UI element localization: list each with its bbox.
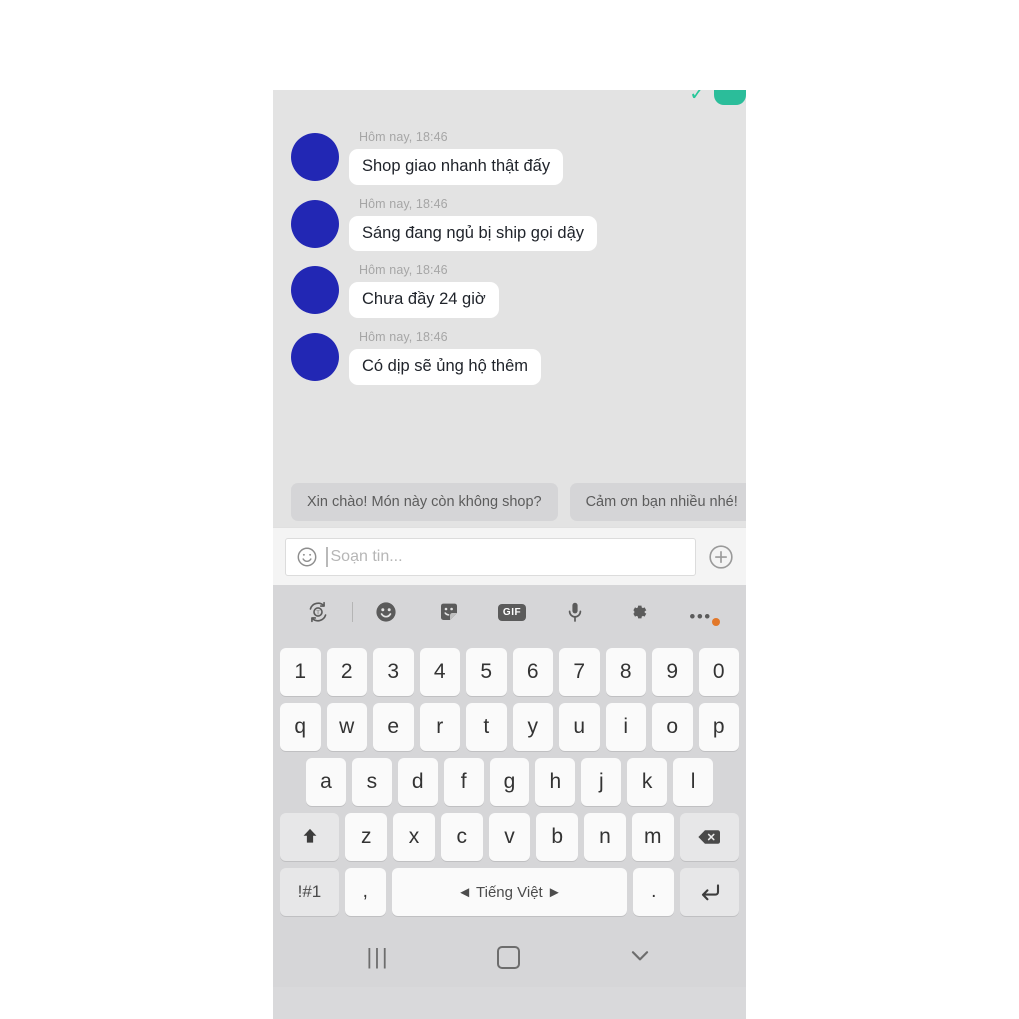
key-f[interactable]: f [443,758,484,806]
key-d[interactable]: d [397,758,438,806]
keyboard-toolbar: T GIF ••• [273,585,746,639]
toolbar-divider [351,602,353,622]
key-q[interactable]: q [280,703,321,751]
shift-key[interactable] [280,813,340,861]
translate-icon[interactable]: T [287,599,350,625]
recents-button[interactable]: ||| [366,944,389,970]
backspace-key[interactable] [679,813,739,861]
key-a[interactable]: a [306,758,346,806]
phone-screen: ✓ Hôm nay, 18:46 Shop giao nhanh thật đấ… [273,90,746,1019]
sticker-icon[interactable] [418,600,481,624]
gif-icon[interactable]: GIF [481,603,544,621]
key-y[interactable]: y [512,703,553,751]
key-r[interactable]: r [419,703,460,751]
key-n[interactable]: n [584,813,626,861]
message-bubble[interactable]: Shop giao nhanh thật đấy [349,149,564,185]
outgoing-bubble[interactable] [713,90,746,105]
keyboard-row-function: !#1 , ◄ Tiếng Việt ► . [273,868,746,916]
message-row: Hôm nay, 18:46 Có dịp sẽ ủng hộ thêm [273,330,746,385]
more-options-icon[interactable]: ••• [669,608,732,626]
message-timestamp: Hôm nay, 18:46 [359,130,448,144]
check-icon: ✓ [689,90,706,105]
key-9[interactable]: 9 [652,648,693,696]
plus-circle-icon[interactable] [696,544,746,570]
microphone-icon[interactable] [543,600,606,624]
message-row: Hôm nay, 18:46 Shop giao nhanh thật đấy [273,130,746,185]
gif-label: GIF [497,603,527,621]
message-bubble[interactable]: Sáng đang ngủ bị ship gọi dậy [349,215,598,252]
key-2[interactable]: 2 [326,648,367,696]
avatar[interactable] [291,266,339,315]
quick-reply-chip[interactable]: Xin chào! Món này còn không shop? [291,483,558,521]
quick-reply-chip[interactable]: Cảm ơn bạn nhiều nhé! [569,483,746,521]
key-k[interactable]: k [627,758,668,806]
key-e[interactable]: e [373,703,414,751]
key-b[interactable]: b [536,813,579,861]
message-timestamp: Hôm nay, 18:46 [359,263,448,278]
virtual-keyboard: T GIF ••• 1 2 3 4 5 6 7 8 9 0 q w e r t … [273,585,746,927]
chat-thread: ✓ Hôm nay, 18:46 Shop giao nhanh thật đấ… [273,90,746,527]
message-bubble[interactable]: Chưa đầy 24 giờ [349,282,499,318]
avatar[interactable] [291,332,339,381]
message-bubble[interactable]: Có dịp sẽ ủng hộ thêm [349,348,542,385]
key-3[interactable]: 3 [373,648,414,696]
key-v[interactable]: v [488,813,531,861]
keyboard-row-top: q w e r t y u i o p [273,703,746,751]
key-z[interactable]: z [345,813,388,861]
emoji-icon[interactable] [355,600,418,624]
keyboard-row-bottom: z x c v b n m [273,813,746,861]
chevron-down-icon[interactable] [627,942,653,973]
svg-text:T: T [317,610,321,616]
keyboard-row-home: a s d f g h j k l [273,758,746,806]
key-c[interactable]: c [440,813,483,861]
avatar[interactable] [291,133,339,181]
smiley-icon[interactable] [296,546,318,568]
key-4[interactable]: 4 [419,648,460,696]
key-h[interactable]: h [535,758,576,806]
key-o[interactable]: o [652,703,693,751]
key-s[interactable]: s [351,758,392,806]
key-5[interactable]: 5 [466,648,507,696]
message-row: Hôm nay, 18:46 Chưa đầy 24 giờ [273,263,746,318]
key-t[interactable]: t [466,703,507,751]
message-input-placeholder: Soạn tin... [330,547,403,565]
more-dots-label: ••• [689,607,712,626]
message-input-bar: Soạn tin... [273,527,746,585]
text-cursor [326,546,328,567]
key-m[interactable]: m [631,813,674,861]
period-key[interactable]: . [633,868,675,916]
key-u[interactable]: u [559,703,600,751]
key-l[interactable]: l [673,758,714,806]
notification-badge [712,618,721,626]
enter-key[interactable] [680,868,739,916]
key-6[interactable]: 6 [512,648,553,696]
message-input-field[interactable]: Soạn tin... [285,537,696,576]
message-row: Hôm nay, 18:46 Sáng đang ngủ bị ship gọi… [273,197,746,252]
key-x[interactable]: x [393,813,435,861]
home-square-icon[interactable] [496,945,520,969]
key-i[interactable]: i [605,703,646,751]
symbols-key[interactable]: !#1 [280,868,339,916]
message-timestamp: Hôm nay, 18:46 [359,196,448,211]
comma-key[interactable]: , [344,868,386,916]
android-navigation-bar: ||| [273,927,746,987]
key-w[interactable]: w [326,703,367,751]
avatar[interactable] [291,199,339,248]
key-1[interactable]: 1 [280,648,321,696]
key-g[interactable]: g [489,758,530,806]
key-7[interactable]: 7 [559,648,600,696]
outgoing-message: ✓ [273,90,746,105]
key-p[interactable]: p [698,703,739,751]
keyboard-row-numbers: 1 2 3 4 5 6 7 8 9 0 [273,639,746,696]
quick-reply-bar: Xin chào! Món này còn không shop? Cảm ơn… [273,483,746,521]
settings-gear-icon[interactable] [606,600,669,624]
key-0[interactable]: 0 [698,648,739,696]
message-timestamp: Hôm nay, 18:46 [359,329,448,344]
key-j[interactable]: j [581,758,622,806]
space-key[interactable]: ◄ Tiếng Việt ► [391,868,628,916]
key-8[interactable]: 8 [605,648,646,696]
